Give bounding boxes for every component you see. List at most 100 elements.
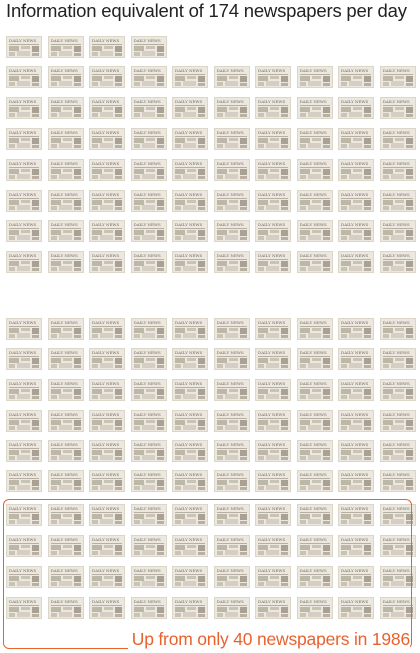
newspaper-icon: DAILY NEWS — [296, 97, 333, 119]
newspaper-column-block — [50, 82, 57, 86]
newspaper-column-block — [62, 169, 72, 172]
newspaper-rule — [92, 478, 122, 479]
newspaper-column-block — [224, 112, 238, 117]
newspaper-icon: DAILY NEWS — [338, 470, 374, 492]
newspaper-column-block — [341, 395, 347, 399]
newspaper-column-block — [239, 389, 247, 395]
newspaper-rule — [216, 326, 247, 327]
newspaper-column-block — [281, 396, 288, 399]
newspaper-column-block — [364, 138, 371, 144]
newspaper-column-block — [364, 230, 371, 236]
newspaper-column-block — [239, 237, 247, 240]
newspaper-icon: DAILY NEWS — [379, 470, 416, 492]
newspaper-masthead: DAILY NEWS — [133, 443, 161, 447]
newspaper-column-block — [307, 455, 321, 460]
newspaper-column-block — [187, 358, 196, 361]
newspaper-column-block — [341, 426, 347, 430]
newspaper-column-block — [405, 83, 413, 86]
newspaper-rule — [258, 198, 288, 199]
newspaper-rule — [382, 259, 413, 260]
newspaper-rule — [216, 387, 247, 388]
newspaper-column-block — [73, 176, 81, 179]
newspaper-column-block — [17, 143, 30, 148]
newspaper-column-block — [258, 486, 264, 490]
newspaper-column-block — [198, 427, 205, 430]
newspaper-masthead: DAILY NEWS — [216, 193, 244, 197]
newspaper-column-block — [266, 455, 279, 460]
newspaper-rule — [382, 387, 413, 388]
newspaper-masthead: DAILY NEWS — [299, 100, 327, 104]
newspaper-column-block — [239, 358, 247, 364]
newspaper-column-block — [187, 138, 196, 141]
newspaper-masthead: DAILY NEWS — [382, 351, 410, 355]
newspaper-icon: DAILY NEWS — [6, 66, 42, 88]
newspaper-column-block — [266, 235, 279, 240]
newspaper-column-block — [364, 107, 371, 113]
newspaper-rule — [382, 228, 413, 229]
newspaper-icon: DAILY NEWS — [296, 470, 333, 492]
newspaper-column-block — [299, 206, 306, 210]
newspaper-icon: DAILY NEWS — [172, 66, 208, 88]
newspaper-column-block — [299, 267, 306, 271]
newspaper-masthead: DAILY NEWS — [9, 443, 37, 447]
newspaper-masthead: DAILY NEWS — [9, 351, 37, 355]
newspaper-column-block — [156, 480, 164, 486]
newspaper-column-block — [281, 358, 288, 364]
newspaper-masthead: DAILY NEWS — [92, 351, 120, 355]
newspaper-rule — [92, 44, 122, 45]
newspaper-icon: DAILY NEWS — [130, 128, 167, 150]
newspaper-column-block — [349, 425, 362, 430]
newspaper-column-block — [353, 480, 362, 483]
newspaper-column-block — [156, 335, 164, 338]
newspaper-column-block — [349, 394, 362, 399]
newspaper-masthead: DAILY NEWS — [175, 321, 203, 325]
newspaper-column-block — [73, 53, 81, 56]
newspaper-column-block — [198, 365, 205, 368]
newspaper-column-block — [141, 363, 155, 368]
newspaper-column-block — [32, 480, 39, 486]
newspaper-column-block — [307, 266, 321, 271]
newspaper-column-block — [239, 261, 247, 267]
newspaper-column-block — [32, 261, 39, 267]
newspaper-column-block — [307, 81, 321, 86]
newspaper-column-block — [115, 207, 122, 210]
newspaper-rule — [341, 356, 371, 357]
newspaper-rule — [341, 198, 371, 199]
newspaper-column-block — [198, 457, 205, 460]
newspaper-column-block — [349, 174, 362, 179]
newspaper-masthead: DAILY NEWS — [175, 413, 203, 417]
newspaper-icon: DAILY NEWS — [130, 66, 167, 88]
newspaper-column-block — [73, 480, 81, 486]
newspaper-masthead: DAILY NEWS — [133, 351, 161, 355]
newspaper-column-block — [73, 83, 81, 86]
newspaper-column-block — [364, 169, 371, 175]
newspaper-column-block — [341, 144, 347, 148]
newspaper-masthead: DAILY NEWS — [133, 39, 161, 43]
newspaper-column-block — [175, 334, 181, 338]
newspaper-column-block — [104, 200, 113, 203]
newspaper-column-block — [198, 420, 205, 426]
newspaper-column-block — [104, 46, 113, 49]
newspaper-column-block — [32, 169, 39, 175]
newspaper-column-block — [62, 450, 72, 453]
newspaper-column-block — [353, 261, 362, 264]
newspaper-column-block — [100, 174, 113, 179]
newspaper-icon: DAILY NEWS — [47, 66, 84, 88]
newspaper-column-block — [405, 389, 413, 395]
newspaper-column-block — [50, 144, 57, 148]
newspaper-rule — [299, 387, 330, 388]
newspaper-column-block — [156, 237, 164, 240]
newspaper-icon: DAILY NEWS — [89, 470, 125, 492]
newspaper-icon: DAILY NEWS — [47, 410, 84, 432]
newspaper-column-block — [187, 261, 196, 264]
newspaper-column-block — [32, 457, 39, 460]
newspaper-column-block — [104, 480, 113, 483]
newspaper-column-block — [299, 395, 306, 399]
newspaper-column-block — [307, 363, 321, 368]
newspaper-column-block — [32, 107, 39, 113]
newspaper-column-block — [299, 364, 306, 368]
newspaper-column-block — [175, 82, 181, 86]
newspaper-column-block — [133, 334, 140, 338]
newspaper-column-block — [390, 333, 404, 338]
newspaper-column-block — [311, 420, 321, 423]
